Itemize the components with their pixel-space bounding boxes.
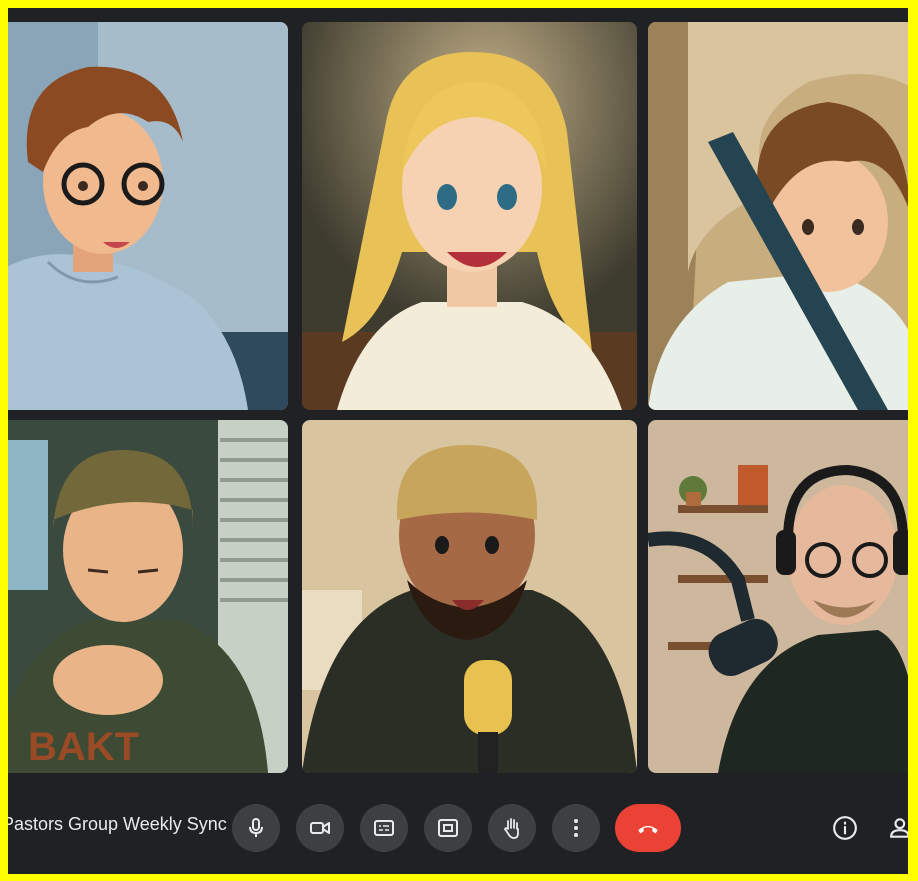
captions-button[interactable] bbox=[360, 804, 408, 852]
present-screen-icon bbox=[438, 819, 458, 837]
more-vertical-icon bbox=[574, 819, 578, 837]
control-bar: Pastors Group Weekly Sync bbox=[8, 776, 908, 874]
participant-beanie-man-video bbox=[302, 420, 637, 773]
raise-hand-button[interactable] bbox=[488, 804, 536, 852]
closed-captions-icon bbox=[374, 820, 394, 836]
meeting-title: Pastors Group Weekly Sync bbox=[8, 814, 227, 834]
participant-blonde-woman-video bbox=[302, 22, 637, 410]
microphone-button[interactable] bbox=[232, 804, 280, 852]
participant-tile-5[interactable] bbox=[302, 420, 637, 773]
more-options-button[interactable] bbox=[552, 804, 600, 852]
participant-tile-4[interactable]: BAKT bbox=[8, 420, 288, 773]
participant-glasses-boy-video bbox=[8, 22, 288, 410]
meeting-info-button[interactable] bbox=[831, 814, 859, 842]
participant-cap-man-video: BAKT bbox=[8, 420, 288, 773]
info-icon bbox=[833, 816, 857, 840]
participant-tile-3[interactable] bbox=[648, 22, 908, 410]
camera-button[interactable] bbox=[296, 804, 344, 852]
microphone-icon bbox=[249, 818, 263, 837]
people-icon bbox=[890, 818, 908, 838]
people-button[interactable] bbox=[888, 814, 908, 842]
participant-tile-2[interactable] bbox=[302, 22, 637, 410]
participant-tile-6[interactable] bbox=[648, 420, 908, 773]
participant-headphones-man-video bbox=[648, 420, 908, 773]
raise-hand-icon bbox=[503, 818, 519, 839]
meeting-window: BAKT Pastors Group Weekly Sync bbox=[8, 8, 908, 874]
participant-tile-1[interactable] bbox=[8, 22, 288, 410]
svg-text:BAKT: BAKT bbox=[28, 725, 139, 769]
present-button[interactable] bbox=[424, 804, 472, 852]
video-camera-icon bbox=[310, 822, 330, 834]
leave-call-button[interactable] bbox=[615, 804, 681, 852]
end-call-icon bbox=[638, 825, 658, 834]
participant-car-boy-video bbox=[648, 22, 908, 410]
